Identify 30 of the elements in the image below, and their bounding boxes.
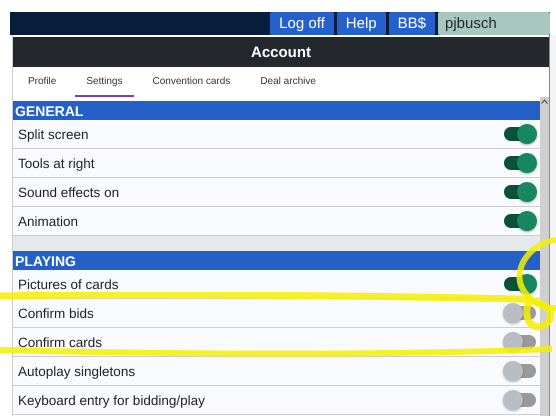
top-bar-button[interactable]: Log off	[270, 12, 334, 35]
tab[interactable]: Profile	[17, 67, 68, 97]
top-bar-button[interactable]: BB$	[388, 12, 435, 35]
tab[interactable]: Deal archive	[249, 67, 327, 97]
scrollbar[interactable]	[540, 97, 550, 416]
setting-label: Tools at right	[18, 156, 95, 170]
section-header: GENERAL	[13, 101, 540, 120]
toggle-switch[interactable]	[504, 364, 536, 378]
toggle-switch[interactable]	[504, 277, 536, 291]
toggle-switch[interactable]	[504, 393, 536, 407]
setting-label: Split screen	[18, 126, 89, 142]
setting-label: Autoplay singletons	[18, 364, 136, 378]
setting-label: Animation	[18, 214, 78, 228]
setting-label: Confirm cards	[18, 334, 102, 350]
tab[interactable]: Convention cards	[142, 67, 242, 97]
toggle-switch[interactable]	[504, 306, 536, 320]
setting-label: Pictures of cards	[18, 276, 119, 292]
scroll-up-icon[interactable]	[541, 99, 548, 104]
setting-label: Sound effects on	[18, 184, 120, 200]
toggle-switch[interactable]	[504, 185, 536, 199]
toggle-switch[interactable]	[504, 127, 536, 141]
section-header: PLAYING	[13, 251, 540, 270]
toggle-switch[interactable]	[504, 214, 536, 228]
username-field: pjbusch	[438, 12, 550, 35]
setting-label: Keyboard entry for bidding/play	[18, 392, 205, 408]
setting-label: Confirm bids	[18, 306, 94, 320]
toggle-switch[interactable]	[504, 156, 536, 170]
toggle-switch[interactable]	[504, 335, 536, 349]
panel-title: Account	[13, 37, 550, 67]
top-bar-button[interactable]: Help	[336, 12, 386, 35]
